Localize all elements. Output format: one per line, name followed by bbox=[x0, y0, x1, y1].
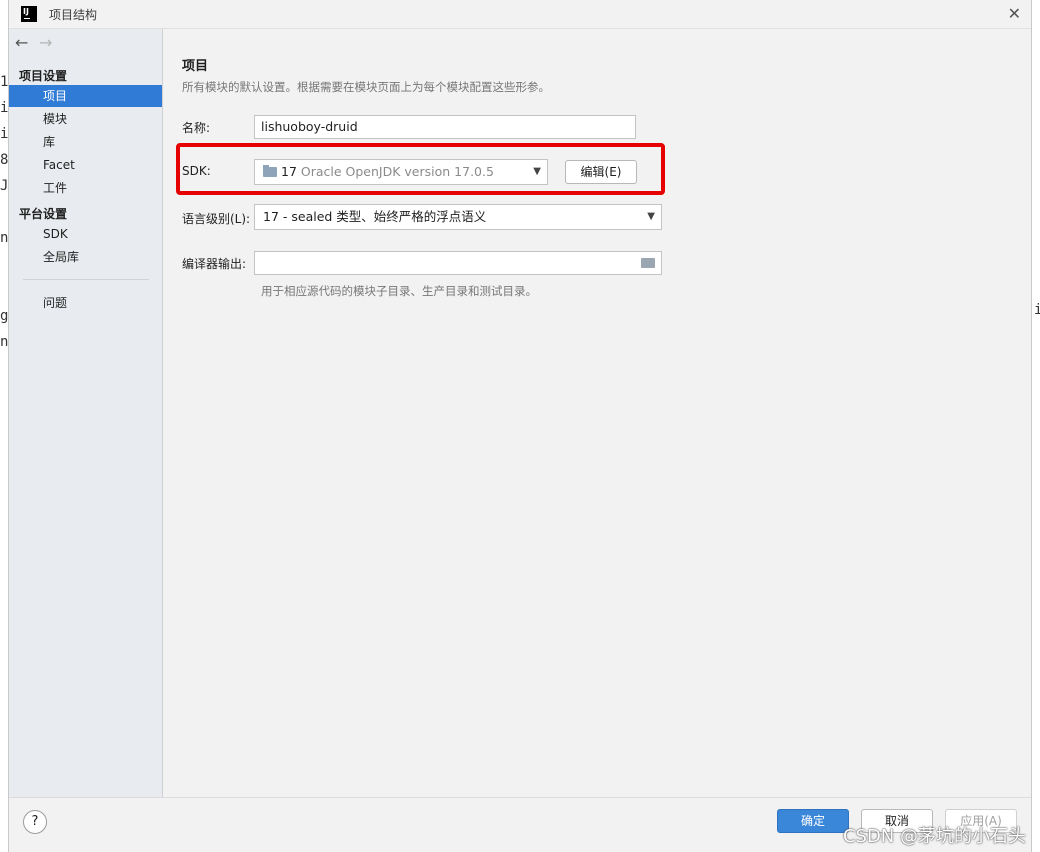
compiler-output-field[interactable] bbox=[254, 251, 662, 275]
compiler-output-hint: 用于相应源代码的模块子目录、生产目录和测试目录。 bbox=[261, 284, 537, 298]
name-label: 名称: bbox=[182, 121, 211, 135]
page-description: 所有模块的默认设置。根据需要在模块页面上为每个模块配置这些形参。 bbox=[182, 80, 550, 94]
project-name-field[interactable]: lishuoboy-druid bbox=[254, 115, 636, 139]
help-button[interactable]: ? bbox=[23, 810, 47, 834]
forward-arrow-icon[interactable]: → bbox=[39, 33, 63, 52]
section-platform-settings: 平台设置 bbox=[19, 207, 68, 221]
browse-folder-icon[interactable] bbox=[641, 258, 655, 268]
sidebar-item-artifacts[interactable]: 工件 bbox=[9, 177, 162, 199]
sidebar-item-facet[interactable]: Facet bbox=[9, 154, 162, 176]
language-level-value: 17 - sealed 类型、始终严格的浮点语义 bbox=[263, 209, 487, 224]
folder-icon bbox=[263, 165, 277, 177]
intellij-logo-icon: IJ bbox=[21, 6, 37, 22]
watermark: CSDN @茅坑的小石头 bbox=[842, 826, 1026, 847]
language-level-combobox[interactable]: 17 - sealed 类型、始终严格的浮点语义 ▼ bbox=[254, 204, 662, 230]
page-title: 项目 bbox=[182, 59, 209, 74]
sidebar-item-modules[interactable]: 模块 bbox=[9, 108, 162, 130]
language-level-label: 语言级别(L): bbox=[182, 212, 251, 226]
sidebar-item-project[interactable]: 项目 bbox=[9, 85, 162, 107]
ok-button[interactable]: 确定 bbox=[777, 809, 849, 833]
sidebar: ← → 项目设置 项目 模块 库 Facet 工件 平台设置 SDK 全局库 问题 bbox=[9, 29, 163, 798]
sidebar-item-problems[interactable]: 问题 bbox=[9, 292, 162, 314]
sidebar-item-sdk[interactable]: SDK bbox=[9, 223, 162, 245]
sidebar-item-global-libraries[interactable]: 全局库 bbox=[9, 246, 162, 268]
project-structure-dialog: IJ 项目结构 ✕ ← → 项目设置 项目 模块 库 Facet 工件 平台设置 … bbox=[8, 0, 1032, 852]
background-ide-fragment: i bbox=[1034, 302, 1040, 318]
chevron-down-icon: ▼ bbox=[533, 166, 541, 177]
sdk-label: SDK: bbox=[182, 164, 211, 178]
sdk-combobox[interactable]: 17 Oracle OpenJDK version 17.0.5 ▼ bbox=[254, 159, 548, 185]
chevron-down-icon: ▼ bbox=[647, 211, 655, 222]
sidebar-item-libraries[interactable]: 库 bbox=[9, 131, 162, 153]
project-settings-panel: 项目 所有模块的默认设置。根据需要在模块页面上为每个模块配置这些形参。 名称: … bbox=[163, 29, 1031, 798]
back-arrow-icon[interactable]: ← bbox=[15, 33, 39, 52]
close-icon[interactable]: ✕ bbox=[1008, 4, 1021, 23]
sdk-detail: Oracle OpenJDK version 17.0.5 bbox=[300, 164, 494, 179]
nav-arrows: ← → bbox=[15, 33, 63, 52]
sdk-version: 17 bbox=[281, 164, 297, 179]
edit-sdk-button[interactable]: 编辑(E) bbox=[565, 160, 637, 184]
title-bar: IJ 项目结构 ✕ bbox=[9, 0, 1031, 29]
compiler-output-label: 编译器输出: bbox=[182, 257, 247, 271]
section-project-settings: 项目设置 bbox=[19, 69, 68, 83]
window-title: 项目结构 bbox=[49, 8, 98, 22]
sidebar-divider bbox=[23, 279, 149, 280]
